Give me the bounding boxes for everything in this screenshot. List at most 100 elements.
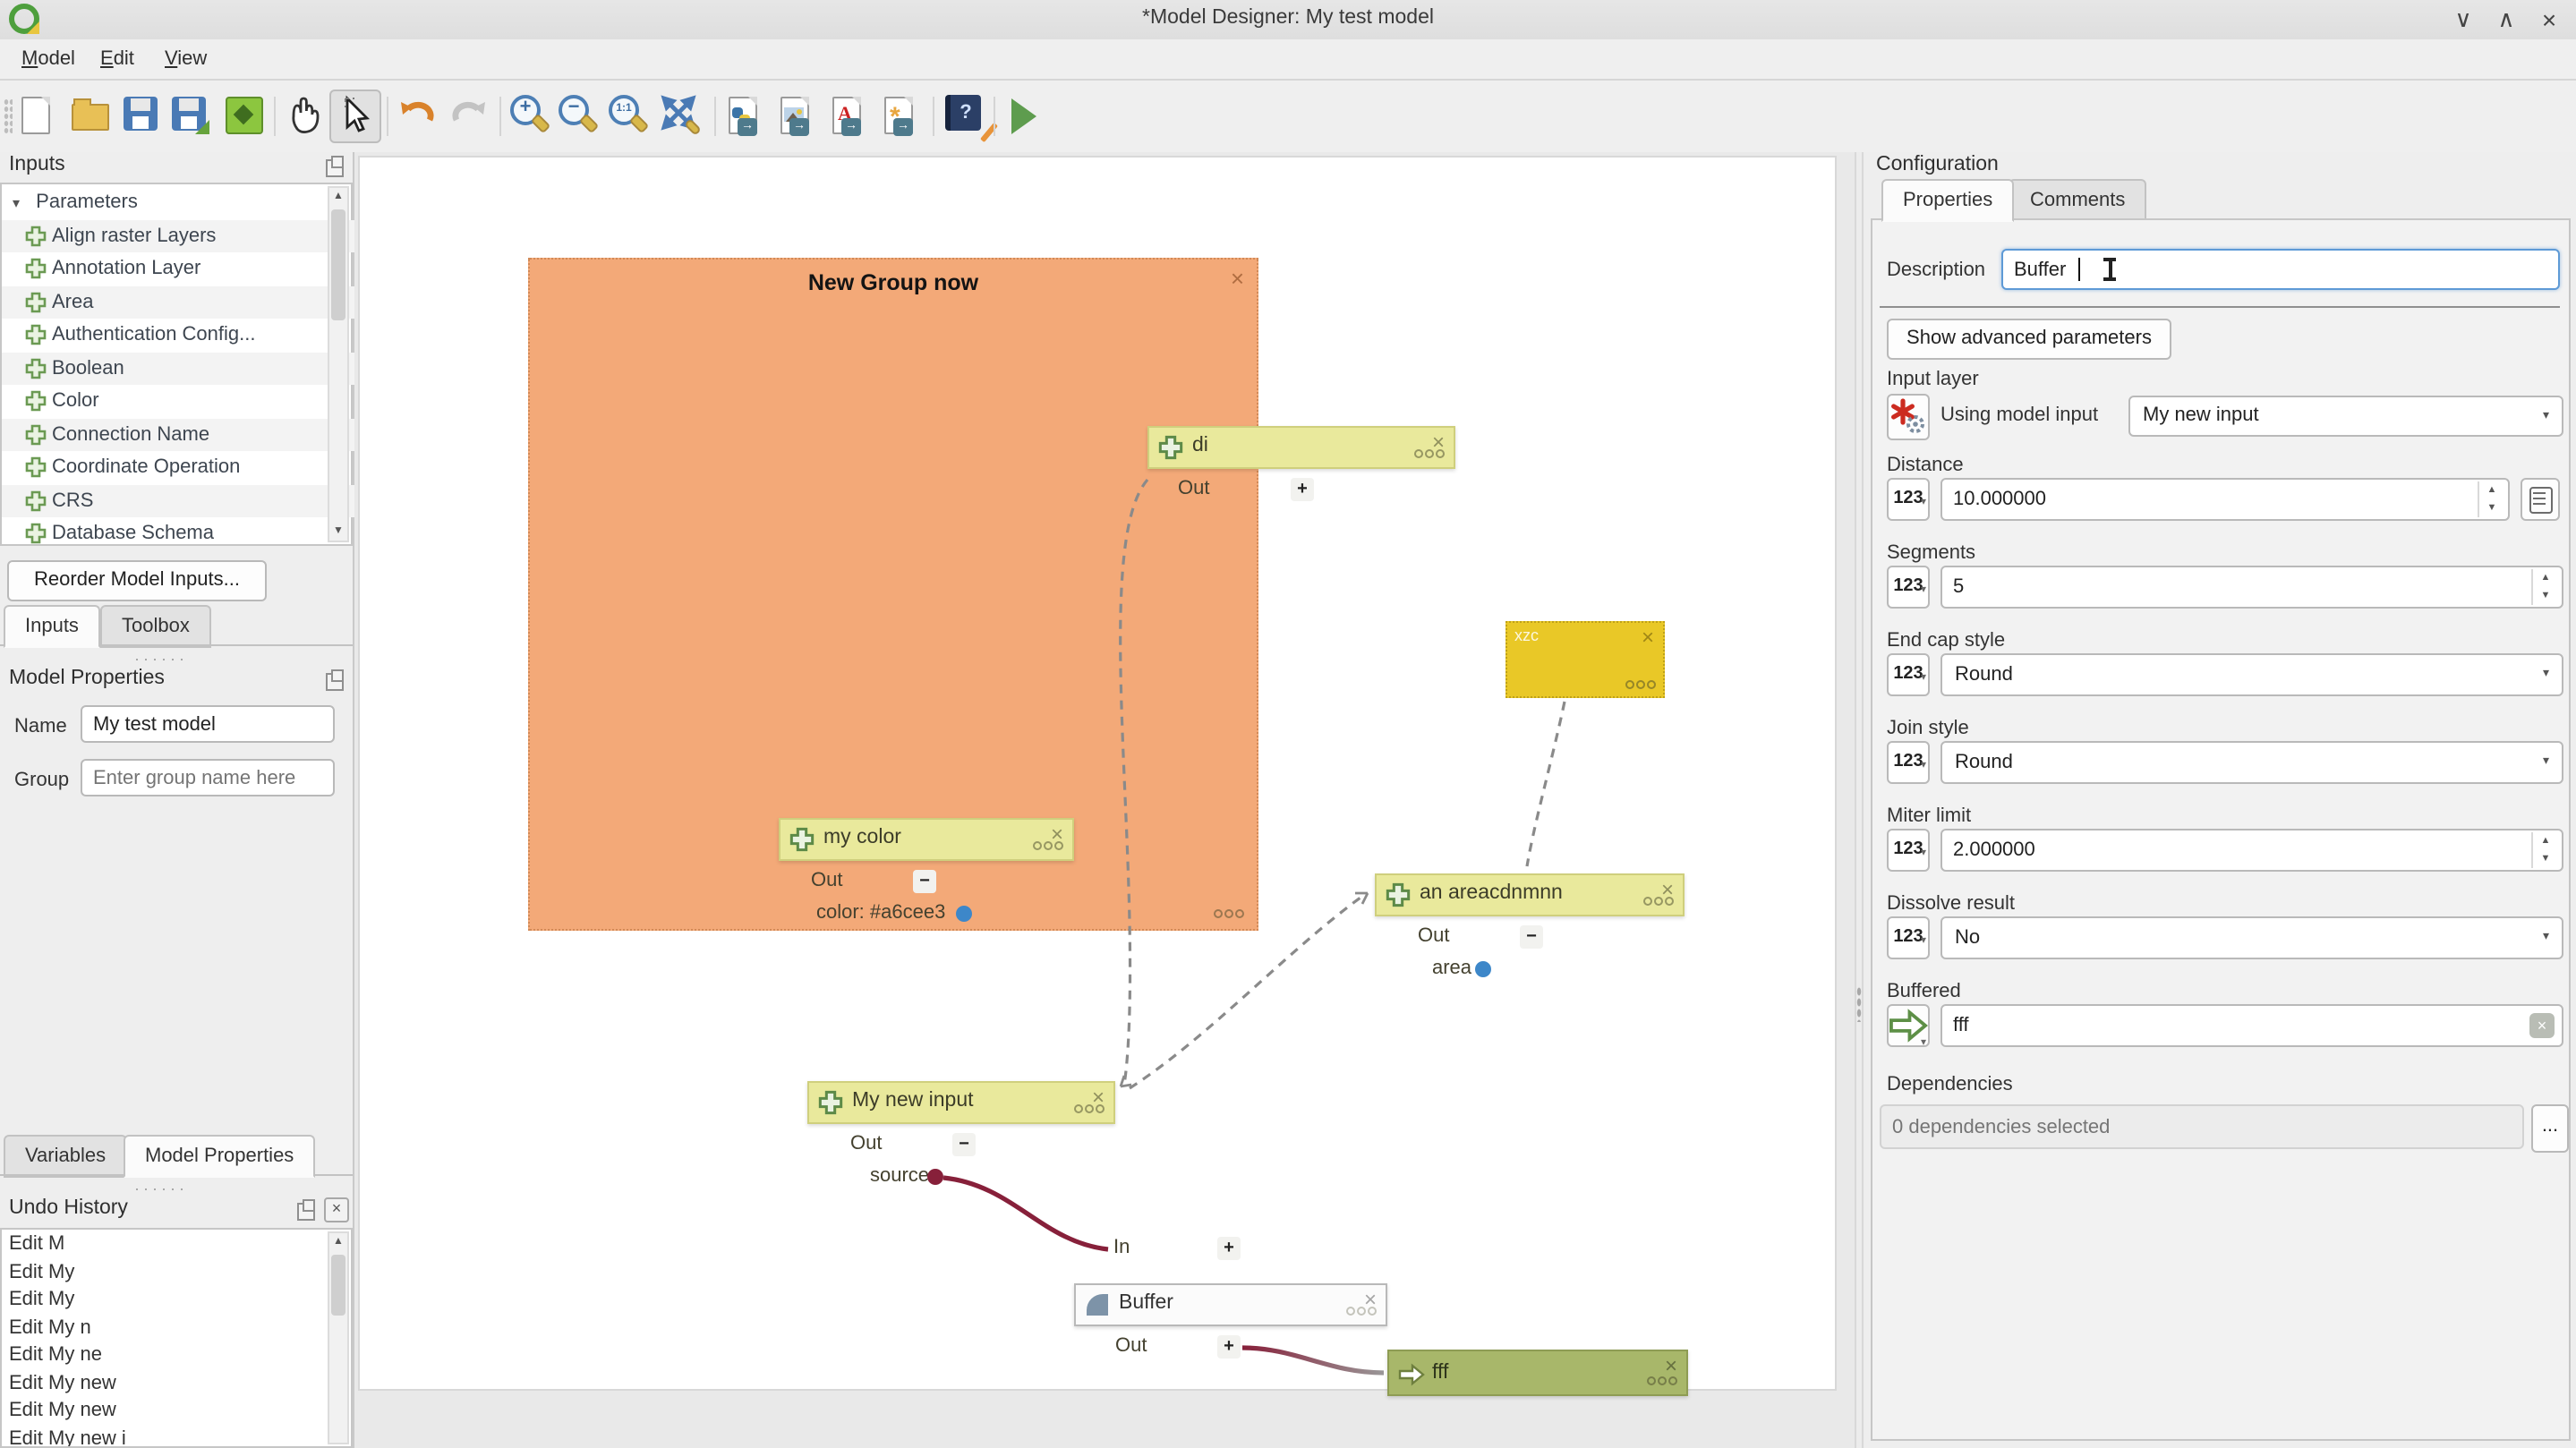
menu-view[interactable]: View <box>150 39 221 79</box>
float-panel-icon[interactable] <box>297 1203 315 1221</box>
node-my-color[interactable]: my color × <box>779 818 1074 861</box>
tree-root-parameters[interactable]: ▾ Parameters <box>2 186 338 219</box>
open-model-button[interactable] <box>66 91 115 141</box>
expander-toggle[interactable]: + <box>1291 478 1314 501</box>
model-name-field[interactable] <box>81 705 335 743</box>
miter-limit-input[interactable] <box>1953 830 2479 870</box>
tab-variables[interactable]: Variables <box>4 1135 127 1178</box>
tree-item[interactable]: CRS <box>2 484 378 517</box>
description-input[interactable] <box>2014 251 2486 288</box>
data-defined-override-button[interactable] <box>2521 478 2560 521</box>
zoom-in-button[interactable]: + <box>507 91 555 141</box>
number-parameter-button[interactable]: 123▾ <box>1887 829 1930 872</box>
end-cap-style-combo[interactable]: Round ▾ <box>1941 653 2563 696</box>
close-button[interactable]: × <box>2529 4 2569 36</box>
maximize-button[interactable]: ∧ <box>2486 4 2526 36</box>
new-model-button[interactable] <box>14 91 63 141</box>
clear-field-icon[interactable]: × <box>2529 1013 2555 1038</box>
expander-toggle[interactable]: − <box>913 870 936 893</box>
select-tool-button[interactable] <box>329 89 381 143</box>
buffered-field[interactable]: × <box>1941 1004 2563 1047</box>
save-model-as-button[interactable] <box>166 91 215 141</box>
tree-expand-icon[interactable]: ▾ <box>13 195 20 211</box>
node-fff-output[interactable]: fff × <box>1387 1350 1688 1396</box>
menu-model[interactable]: Model <box>7 39 90 79</box>
tree-item[interactable]: Align raster Layers <box>2 219 378 252</box>
tab-toolbox[interactable]: Toolbox <box>100 605 211 648</box>
model-canvas[interactable]: New Group now × di × <box>354 152 1855 1448</box>
redo-button[interactable] <box>446 91 494 141</box>
node-an-areacdnmnn[interactable]: an areacdnmnn × <box>1375 873 1685 916</box>
tree-item[interactable]: Authentication Config... <box>2 319 378 352</box>
zoom-full-button[interactable] <box>657 91 705 141</box>
dissolve-result-combo[interactable]: No ▾ <box>1941 916 2563 959</box>
toolbar-grip[interactable] <box>4 98 13 134</box>
distance-field[interactable]: ▲▼ <box>1941 478 2510 521</box>
number-parameter-button[interactable]: 123▾ <box>1887 653 1930 696</box>
tab-comments[interactable]: Comments <box>2009 179 2146 222</box>
tree-item[interactable]: Connection Name <box>2 418 378 451</box>
undo-item[interactable]: Edit My <box>2 1259 351 1287</box>
tree-scrollbar[interactable]: ▲ ▼ <box>328 186 349 542</box>
input-layer-combo[interactable]: My new input ▾ <box>2128 396 2563 437</box>
node-my-new-input[interactable]: My new input × <box>807 1081 1115 1124</box>
undo-item[interactable]: Edit My new <box>2 1398 351 1426</box>
help-button[interactable]: ? <box>940 91 988 141</box>
undo-item[interactable]: Edit My ne <box>2 1342 351 1370</box>
minimize-button[interactable]: ∨ <box>2444 4 2483 36</box>
tab-model-properties[interactable]: Model Properties <box>124 1135 315 1178</box>
close-panel-icon[interactable]: × <box>324 1197 349 1222</box>
scroll-up-icon[interactable]: ▲ <box>329 1237 347 1248</box>
number-parameter-button[interactable]: 123▾ <box>1887 566 1930 609</box>
scrollbar-thumb[interactable] <box>331 209 345 320</box>
number-parameter-button[interactable]: 123▾ <box>1887 916 1930 959</box>
pan-tool-button[interactable] <box>281 91 329 141</box>
expander-toggle[interactable]: − <box>1520 925 1543 949</box>
output-socket[interactable] <box>927 1169 943 1185</box>
tree-item[interactable]: Area <box>2 285 378 319</box>
undo-button[interactable] <box>394 91 442 141</box>
miter-limit-field[interactable]: ▲▼ <box>1941 829 2563 872</box>
reorder-model-inputs-button[interactable]: Reorder Model Inputs... <box>7 560 267 601</box>
spinner-buttons[interactable]: ▲▼ <box>2531 832 2558 868</box>
buffered-input[interactable] <box>1953 1006 2479 1045</box>
export-image-button[interactable]: → <box>773 91 822 141</box>
model-group-field[interactable] <box>81 759 335 796</box>
description-field[interactable] <box>2001 249 2560 290</box>
expander-toggle[interactable]: + <box>1217 1335 1241 1359</box>
undo-item[interactable]: Edit My n <box>2 1315 351 1342</box>
output-options-button[interactable]: ▾ <box>1887 1004 1930 1047</box>
export-python-button[interactable]: → <box>721 91 770 141</box>
tree-item[interactable]: Database Schema <box>2 517 378 550</box>
panel-splitter[interactable] <box>1855 152 1864 1448</box>
output-socket[interactable] <box>956 906 972 922</box>
expander-toggle[interactable]: + <box>1217 1237 1241 1260</box>
save-in-project-button[interactable] <box>220 91 269 141</box>
model-name-input[interactable] <box>93 707 306 741</box>
float-panel-icon[interactable] <box>326 159 344 177</box>
scroll-down-icon[interactable]: ▼ <box>329 526 347 537</box>
undo-item[interactable]: Edit My new <box>2 1370 351 1398</box>
tab-properties[interactable]: Properties <box>1881 179 2014 222</box>
undo-scrollbar[interactable]: ▲ <box>328 1231 349 1444</box>
tree-item[interactable]: Color <box>2 385 378 418</box>
export-svg-button[interactable]: *→ <box>877 91 925 141</box>
node-comment-xzc[interactable]: xzc × <box>1506 621 1665 698</box>
iterate-over-layer-button[interactable] <box>1887 394 1930 440</box>
undo-item[interactable]: Edit My new i <box>2 1426 351 1448</box>
undo-item[interactable]: Edit My <box>2 1287 351 1315</box>
number-parameter-button[interactable]: 123▾ <box>1887 741 1930 784</box>
menu-edit[interactable]: Edit <box>86 39 149 79</box>
export-pdf-button[interactable]: A→ <box>825 91 874 141</box>
remove-node-icon[interactable]: × <box>1642 625 1654 650</box>
output-socket[interactable] <box>1475 961 1491 977</box>
zoom-actual-button[interactable]: 1:1 <box>605 91 653 141</box>
tree-item[interactable]: Coordinate Operation <box>2 451 378 484</box>
tree-item[interactable]: Boolean <box>2 352 378 385</box>
run-model-button[interactable] <box>999 91 1047 141</box>
model-group-input[interactable] <box>93 761 306 795</box>
scroll-up-icon[interactable]: ▲ <box>329 192 347 202</box>
tree-item[interactable]: Annotation Layer <box>2 252 378 285</box>
distance-input[interactable] <box>1953 480 2434 519</box>
node-di[interactable]: di × <box>1147 426 1455 469</box>
